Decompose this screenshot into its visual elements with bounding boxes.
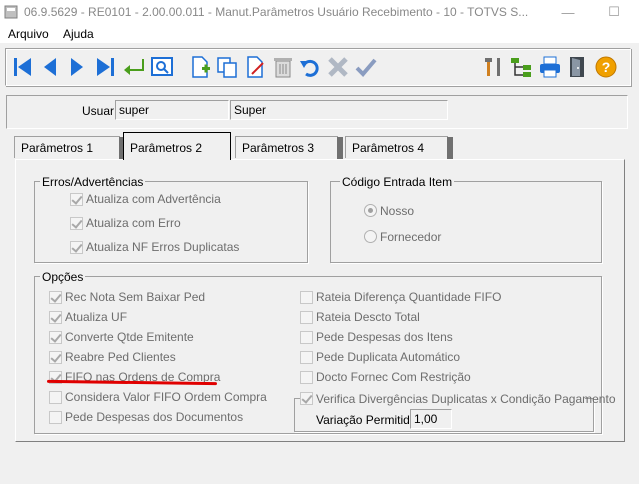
minimize-button[interactable]: — [545, 0, 591, 24]
tools-button[interactable] [481, 53, 507, 81]
edit-button[interactable] [242, 53, 268, 81]
menu-bar [0, 24, 639, 43]
undo-icon [300, 59, 319, 77]
atualiza-erro-checkbox[interactable] [70, 217, 83, 230]
variacao-field[interactable]: 1,00 [410, 409, 452, 429]
fornecedor-radio[interactable] [364, 230, 377, 243]
delete-button[interactable] [270, 53, 296, 81]
rateia-descto-checkbox[interactable] [300, 311, 313, 324]
menu-arquivo[interactable]: Arquivo [8, 27, 49, 41]
tab-parametros-2[interactable]: Parâmetros 2 [123, 132, 231, 160]
pede-duplicata-checkbox[interactable] [300, 351, 313, 364]
previous-record-button[interactable] [37, 53, 63, 81]
tab-label: Parâmetros 1 [21, 141, 94, 155]
erros-group-title: Erros/Advertências [40, 175, 146, 189]
tools-icon [485, 58, 500, 76]
user-code-field[interactable]: super [115, 100, 229, 120]
tab-parametros-3[interactable]: Parâmetros 3 [235, 136, 343, 159]
pede-despesas-documentos-label: Pede Despesas dos Documentos [65, 410, 244, 424]
trash-icon [274, 58, 292, 78]
rateia-descto-label: Rateia Descto Total [316, 310, 420, 324]
considera-valor-fifo-label: Considera Valor FIFO Ordem Compra [65, 390, 267, 404]
tab-label: Parâmetros 4 [352, 141, 425, 155]
close-x-icon [328, 57, 348, 77]
opcoes-group-title: Opções [40, 270, 86, 284]
pede-despesas-itens-label: Pede Despesas dos Itens [316, 330, 453, 344]
undo-button[interactable] [297, 53, 323, 81]
user-name-field: Super [230, 100, 448, 120]
tab-parametros-1[interactable]: Parâmetros 1 [14, 136, 125, 159]
last-record-button[interactable] [92, 53, 118, 81]
reabre-ped-clientes-label: Reabre Ped Clientes [65, 350, 176, 364]
fornecedor-label: Fornecedor [380, 230, 442, 244]
confirm-button[interactable] [353, 53, 379, 81]
user-label: Usuar: [82, 104, 118, 118]
tab-parametros-4[interactable]: Parâmetros 4 [345, 136, 453, 159]
go-to-button[interactable] [121, 53, 147, 81]
return-arrow-icon [124, 59, 144, 75]
variacao-label: Variação Permitida: [316, 413, 420, 427]
edit-document-icon [247, 56, 264, 78]
reabre-ped-clientes-checkbox[interactable] [49, 351, 62, 364]
window-title: 06.9.5629 - RE0101 - 2.00.00.011 - Manut… [24, 5, 529, 19]
converte-qtde-checkbox[interactable] [49, 331, 62, 344]
atualiza-uf-label: Atualiza UF [65, 310, 128, 324]
docto-fornec-checkbox[interactable] [300, 371, 313, 384]
pede-despesas-documentos-checkbox[interactable] [49, 411, 62, 424]
docto-fornec-label: Docto Fornec Com Restrição [316, 370, 471, 384]
menu-ajuda[interactable]: Ajuda [63, 27, 94, 41]
last-record-icon [97, 58, 114, 76]
search-button[interactable] [149, 53, 175, 81]
help-icon: ? [595, 56, 617, 78]
app-icon [4, 5, 18, 19]
copy-icon [217, 57, 237, 78]
tab-label: Parâmetros 3 [242, 141, 315, 155]
tab-label: Parâmetros 2 [130, 141, 203, 155]
search-icon [151, 57, 173, 76]
nosso-label: Nosso [380, 204, 415, 218]
nosso-radio[interactable] [364, 204, 377, 217]
tree-button[interactable] [508, 53, 534, 81]
considera-valor-fifo-checkbox[interactable] [49, 391, 62, 404]
help-button[interactable]: ? [593, 53, 619, 81]
first-record-button[interactable] [10, 53, 36, 81]
atualiza-uf-checkbox[interactable] [49, 311, 62, 324]
cancel-button[interactable] [325, 53, 351, 81]
atualiza-advertencia-label: Atualiza com Advertência [86, 192, 221, 206]
exit-button[interactable] [565, 53, 591, 81]
rateia-diferenca-checkbox[interactable] [300, 291, 313, 304]
new-document-icon [192, 56, 210, 78]
codigo-entrada-title: Código Entrada Item [340, 175, 455, 189]
svg-text:?: ? [602, 59, 611, 75]
checkmark-icon [355, 58, 377, 77]
copy-button[interactable] [214, 53, 240, 81]
next-record-button[interactable] [64, 53, 90, 81]
exit-door-icon [570, 57, 584, 77]
rateia-diferenca-label: Rateia Diferença Quantidade FIFO [316, 290, 502, 304]
previous-icon [44, 58, 56, 76]
first-record-icon [14, 58, 31, 76]
printer-icon [540, 56, 560, 78]
rec-nota-sem-baixar-label: Rec Nota Sem Baixar Ped [65, 290, 206, 304]
codigo-entrada-group [330, 181, 602, 263]
print-button[interactable] [537, 53, 563, 81]
converte-qtde-label: Converte Qtde Emitente [65, 330, 194, 344]
atualiza-erro-label: Atualiza com Erro [86, 216, 181, 230]
atualiza-nf-erros-checkbox[interactable] [70, 241, 83, 254]
verifica-divergencias-label: Verifica Divergências Duplicatas x Condi… [316, 392, 616, 406]
pede-duplicata-label: Pede Duplicata Automático [316, 350, 461, 364]
add-button[interactable] [187, 53, 213, 81]
maximize-button[interactable]: ☐ [591, 0, 637, 24]
rec-nota-sem-baixar-checkbox[interactable] [49, 291, 62, 304]
verifica-divergencias-checkbox[interactable] [300, 392, 313, 405]
next-icon [71, 58, 83, 76]
pede-despesas-itens-checkbox[interactable] [300, 331, 313, 344]
atualiza-advertencia-checkbox[interactable] [70, 193, 83, 206]
atualiza-nf-erros-label: Atualiza NF Erros Duplicatas [86, 240, 240, 254]
tree-structure-icon [511, 58, 531, 77]
